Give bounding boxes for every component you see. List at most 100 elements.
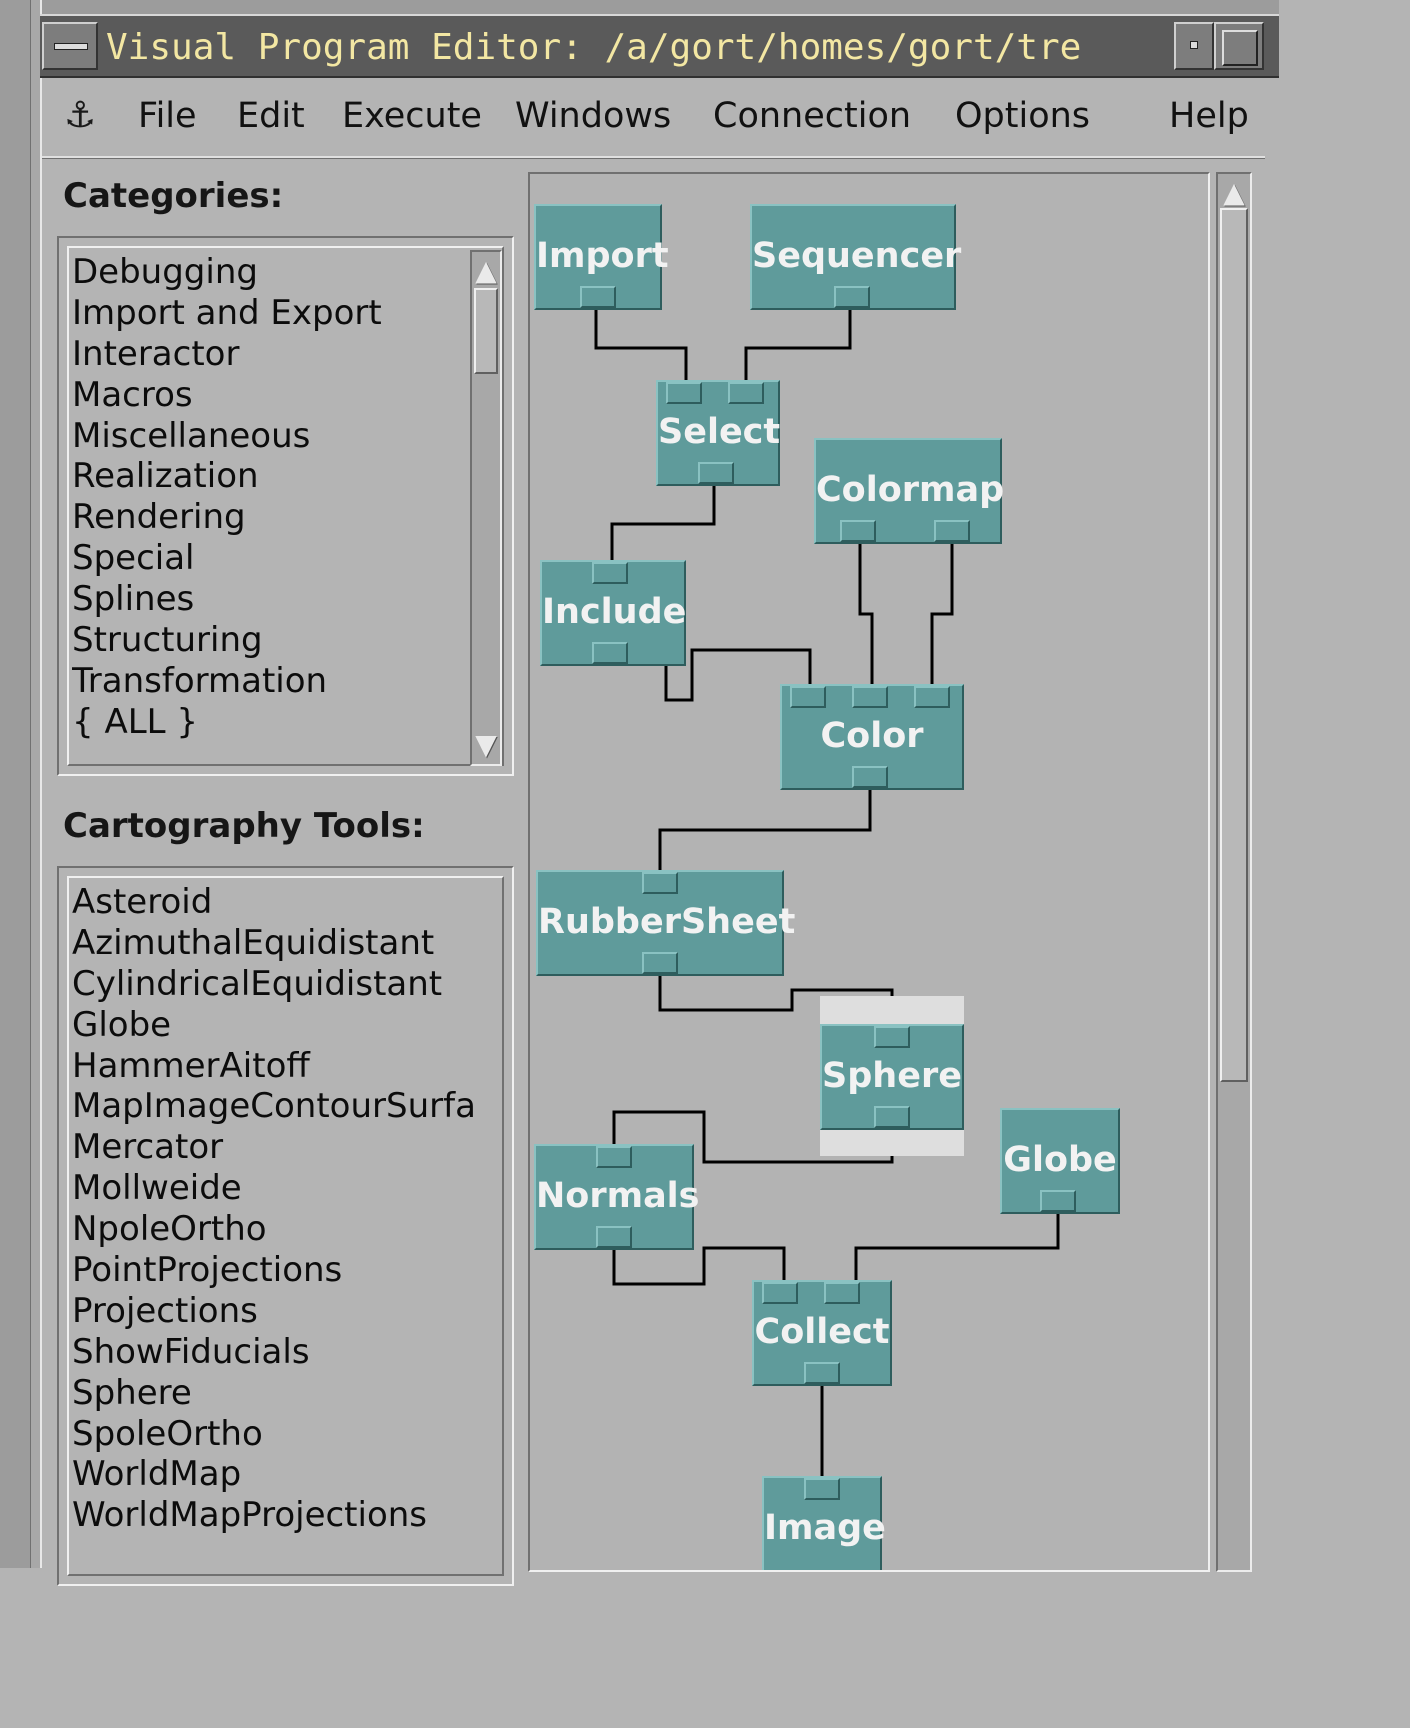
- input-port[interactable]: [762, 1282, 798, 1304]
- minimize-button[interactable]: [1174, 22, 1214, 70]
- title-bar[interactable]: Visual Program Editor: /a/gort/homes/gor…: [40, 14, 1279, 78]
- module-label: Image: [764, 1508, 886, 1548]
- minimize-icon: [1190, 41, 1198, 49]
- categories-list-item[interactable]: Splines: [72, 579, 457, 620]
- scroll-down-arrow-icon[interactable]: ▼: [472, 726, 500, 764]
- menu-help[interactable]: Help: [1169, 94, 1249, 138]
- program-canvas[interactable]: Import Sequencer Select Colormap Include Colo…: [528, 172, 1210, 1572]
- module-label: Globe: [1003, 1140, 1117, 1180]
- window-menu-button[interactable]: [42, 22, 98, 70]
- module-rubbersheet[interactable]: RubberSheet: [536, 870, 795, 976]
- tools-list[interactable]: Asteroid AzimuthalEquidistant CylindricalE…: [72, 882, 502, 1562]
- input-port[interactable]: [666, 382, 702, 404]
- categories-label: Categories:: [63, 176, 284, 216]
- wire: [744, 310, 852, 380]
- module-label: Select: [658, 412, 781, 452]
- tools-list-item[interactable]: Mollweide: [72, 1168, 502, 1209]
- input-port[interactable]: [728, 382, 764, 404]
- input-port[interactable]: [790, 686, 826, 708]
- module-include[interactable]: Include: [540, 560, 686, 666]
- menu-file[interactable]: File: [138, 94, 197, 138]
- output-port[interactable]: [874, 1106, 910, 1128]
- input-port[interactable]: [874, 1026, 910, 1048]
- categories-list-item[interactable]: Special: [72, 538, 457, 579]
- tools-list-item[interactable]: WorldMap: [72, 1454, 502, 1495]
- maximize-icon: [1222, 30, 1258, 66]
- wire: [612, 1246, 786, 1286]
- categories-list-item[interactable]: Rendering: [72, 497, 457, 538]
- window-title: Visual Program Editor: /a/gort/homes/gor…: [106, 27, 1082, 68]
- menu-execute[interactable]: Execute: [342, 94, 482, 138]
- module-import[interactable]: Import: [534, 204, 669, 310]
- input-port[interactable]: [596, 1146, 632, 1168]
- output-port[interactable]: [698, 462, 734, 484]
- canvas-scroll-thumb[interactable]: [1220, 208, 1248, 1082]
- menu-connection[interactable]: Connection: [713, 94, 911, 138]
- categories-list-item[interactable]: Macros: [72, 375, 457, 416]
- wire: [610, 486, 716, 560]
- canvas-scrollbar[interactable]: ▲: [1216, 172, 1252, 1572]
- categories-scroll-thumb[interactable]: [474, 288, 498, 374]
- module-sequencer[interactable]: Sequencer: [750, 204, 961, 310]
- categories-list[interactable]: Debugging Import and Export Interactor Macr…: [72, 252, 457, 752]
- module-colormap[interactable]: Colormap: [814, 438, 1004, 544]
- tools-list-item[interactable]: HammerAitoff: [72, 1046, 502, 1087]
- categories-list-item[interactable]: Structuring: [72, 620, 457, 661]
- wire: [594, 310, 688, 380]
- tools-list-item[interactable]: Mercator: [72, 1127, 502, 1168]
- categories-list-item[interactable]: Realization: [72, 456, 457, 497]
- tools-list-item[interactable]: Sphere: [72, 1373, 502, 1414]
- tools-list-item[interactable]: MapImageContourSurfa: [72, 1086, 502, 1127]
- menu-edit[interactable]: Edit: [237, 94, 305, 138]
- categories-list-item[interactable]: Transformation: [72, 661, 457, 702]
- tools-list-item[interactable]: Projections: [72, 1291, 502, 1332]
- output-port[interactable]: [804, 1362, 840, 1384]
- wire: [930, 544, 954, 684]
- tools-list-item[interactable]: AzimuthalEquidistant: [72, 923, 502, 964]
- output-port[interactable]: [834, 286, 870, 308]
- menu-options[interactable]: Options: [955, 94, 1090, 138]
- module-image[interactable]: Image: [762, 1476, 886, 1570]
- module-label: Normals: [536, 1176, 700, 1216]
- tools-list-item[interactable]: ShowFiducials: [72, 1332, 502, 1373]
- categories-list-item[interactable]: Interactor: [72, 334, 457, 375]
- menu-windows[interactable]: Windows: [515, 94, 671, 138]
- output-port[interactable]: [592, 642, 628, 664]
- categories-scrollbar[interactable]: ▲ ▼: [470, 250, 502, 766]
- module-select[interactable]: Select: [656, 380, 780, 486]
- tools-list-item[interactable]: SpoleOrtho: [72, 1414, 502, 1455]
- output-port[interactable]: [852, 766, 888, 788]
- maximize-button[interactable]: [1214, 22, 1264, 70]
- categories-list-item[interactable]: Miscellaneous: [72, 416, 457, 457]
- canvas-scroll-up-icon[interactable]: ▲: [1218, 174, 1250, 212]
- categories-list-item[interactable]: Debugging: [72, 252, 457, 293]
- tools-list-item[interactable]: Asteroid: [72, 882, 502, 923]
- tools-list-item[interactable]: NpoleOrtho: [72, 1209, 502, 1250]
- tools-list-item[interactable]: CylindricalEquidistant: [72, 964, 502, 1005]
- module-color[interactable]: Color: [780, 684, 964, 790]
- input-port[interactable]: [642, 872, 678, 894]
- scroll-up-arrow-icon[interactable]: ▲: [472, 252, 500, 290]
- output-port[interactable]: [934, 520, 970, 542]
- module-label: Import: [536, 236, 669, 276]
- input-port[interactable]: [592, 562, 628, 584]
- module-sphere[interactable]: Sphere: [820, 1024, 964, 1130]
- input-port[interactable]: [804, 1478, 840, 1500]
- module-normals[interactable]: Normals: [534, 1144, 700, 1250]
- categories-list-item[interactable]: { ALL }: [72, 702, 457, 743]
- tools-list-item[interactable]: PointProjections: [72, 1250, 502, 1291]
- output-port[interactable]: [596, 1226, 632, 1248]
- input-port[interactable]: [852, 686, 888, 708]
- output-port[interactable]: [840, 520, 876, 542]
- output-port[interactable]: [580, 286, 616, 308]
- module-collect[interactable]: Collect: [752, 1280, 892, 1386]
- categories-list-item[interactable]: Import and Export: [72, 293, 457, 334]
- output-port[interactable]: [642, 952, 678, 974]
- tools-list-item[interactable]: WorldMapProjections: [72, 1495, 502, 1536]
- input-port[interactable]: [824, 1282, 860, 1304]
- input-port[interactable]: [914, 686, 950, 708]
- output-port[interactable]: [1040, 1190, 1076, 1212]
- module-globe[interactable]: Globe: [1000, 1108, 1120, 1214]
- anchor-icon[interactable]: ⚓: [56, 94, 104, 138]
- tools-list-item[interactable]: Globe: [72, 1005, 502, 1046]
